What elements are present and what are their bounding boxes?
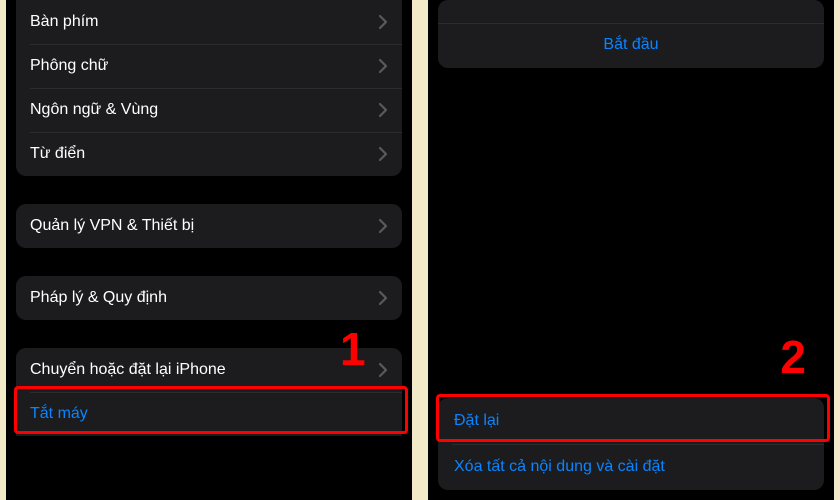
row-label: Pháp lý & Quy định [30, 289, 167, 307]
chevron-right-icon [379, 363, 388, 377]
row-vpn-device[interactable]: Quản lý VPN & Thiết bị [16, 204, 402, 248]
settings-group-legal: Pháp lý & Quy định [16, 276, 402, 320]
chevron-right-icon [379, 291, 388, 305]
screenshot-panel-1: Bàn phím Phông chữ Ngôn ngữ & Vùng Từ đi… [6, 0, 412, 500]
row-label: Chuyển hoặc đặt lại iPhone [30, 361, 226, 379]
row-label: Xóa tất cả nội dung và cài đặt [454, 458, 665, 476]
row-label: Tắt máy [30, 405, 88, 423]
row-fonts[interactable]: Phông chữ [16, 44, 402, 88]
row-reset[interactable]: Đặt lại [438, 398, 824, 444]
chevron-right-icon [379, 147, 388, 161]
chevron-right-icon [379, 219, 388, 233]
row-label: Phông chữ [30, 57, 108, 75]
row-keyboard[interactable]: Bàn phím [16, 0, 402, 44]
settings-group-reset: Đặt lại Xóa tất cả nội dung và cài đặt [438, 398, 824, 490]
row-erase-all[interactable]: Xóa tất cả nội dung và cài đặt [438, 444, 824, 490]
settings-group-general: Bàn phím Phông chữ Ngôn ngữ & Vùng Từ đi… [16, 0, 402, 176]
row-label: Quản lý VPN & Thiết bị [30, 217, 194, 235]
chevron-right-icon [379, 59, 388, 73]
row-label: Từ điển [30, 145, 85, 163]
step-annotation-2: 2 [780, 330, 806, 384]
card-get-started: Bắt đầu [438, 0, 824, 68]
row-transfer-reset[interactable]: Chuyển hoặc đặt lại iPhone [16, 348, 402, 392]
row-label: Bàn phím [30, 13, 98, 31]
screenshot-panel-2: Bắt đầu Đặt lại Xóa tất cả nội dung và c… [428, 0, 834, 500]
row-language-region[interactable]: Ngôn ngữ & Vùng [16, 88, 402, 132]
chevron-right-icon [379, 103, 388, 117]
row-dictionary[interactable]: Từ điển [16, 132, 402, 176]
chevron-right-icon [379, 15, 388, 29]
get-started-button[interactable]: Bắt đầu [603, 36, 658, 53]
row-shutdown[interactable]: Tắt máy [16, 392, 402, 436]
settings-group-vpn: Quản lý VPN & Thiết bị [16, 204, 402, 248]
row-legal[interactable]: Pháp lý & Quy định [16, 276, 402, 320]
row-label: Đặt lại [454, 412, 499, 430]
settings-group-transfer: Chuyển hoặc đặt lại iPhone Tắt máy [16, 348, 402, 436]
row-label: Ngôn ngữ & Vùng [30, 101, 158, 119]
